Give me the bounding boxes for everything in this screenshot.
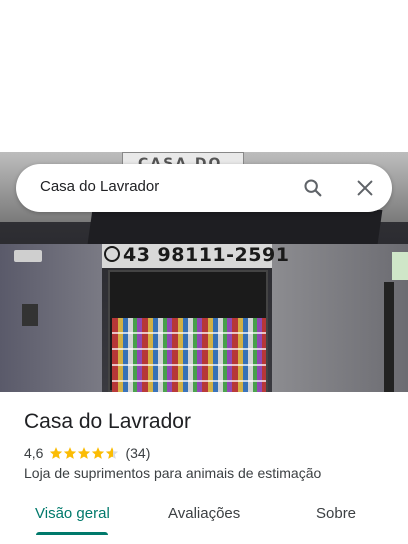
review-count[interactable]: (34) xyxy=(125,445,150,461)
star-half-icon xyxy=(106,447,119,459)
active-tab-indicator xyxy=(36,532,108,535)
place-title: Casa do Lavrador xyxy=(24,410,191,433)
star-icon xyxy=(64,447,77,459)
star-icon xyxy=(50,447,63,459)
rating-row[interactable]: 4,6 (34) xyxy=(24,444,150,462)
tab-overview[interactable]: Visão geral xyxy=(35,505,110,522)
search-bar[interactable]: Casa do Lavrador xyxy=(16,164,392,212)
map-area xyxy=(0,0,408,152)
search-icon[interactable] xyxy=(302,177,324,199)
search-input[interactable]: Casa do Lavrador xyxy=(40,178,159,195)
close-icon[interactable] xyxy=(354,177,376,199)
star-icon xyxy=(92,447,105,459)
rating-stars xyxy=(49,446,119,460)
tab-bar: Visão geral Avaliações Sobre xyxy=(0,496,408,544)
storefront-phone: 43 98111-2591 xyxy=(104,244,289,266)
whatsapp-icon xyxy=(104,246,120,262)
tab-reviews[interactable]: Avaliações xyxy=(168,505,240,522)
place-category: Loja de suprimentos para animais de esti… xyxy=(24,465,322,481)
rating-value: 4,6 xyxy=(24,445,44,461)
tab-about[interactable]: Sobre xyxy=(316,505,356,522)
star-icon xyxy=(78,447,91,459)
storefront-phone-text: 43 98111-2591 xyxy=(123,244,290,266)
